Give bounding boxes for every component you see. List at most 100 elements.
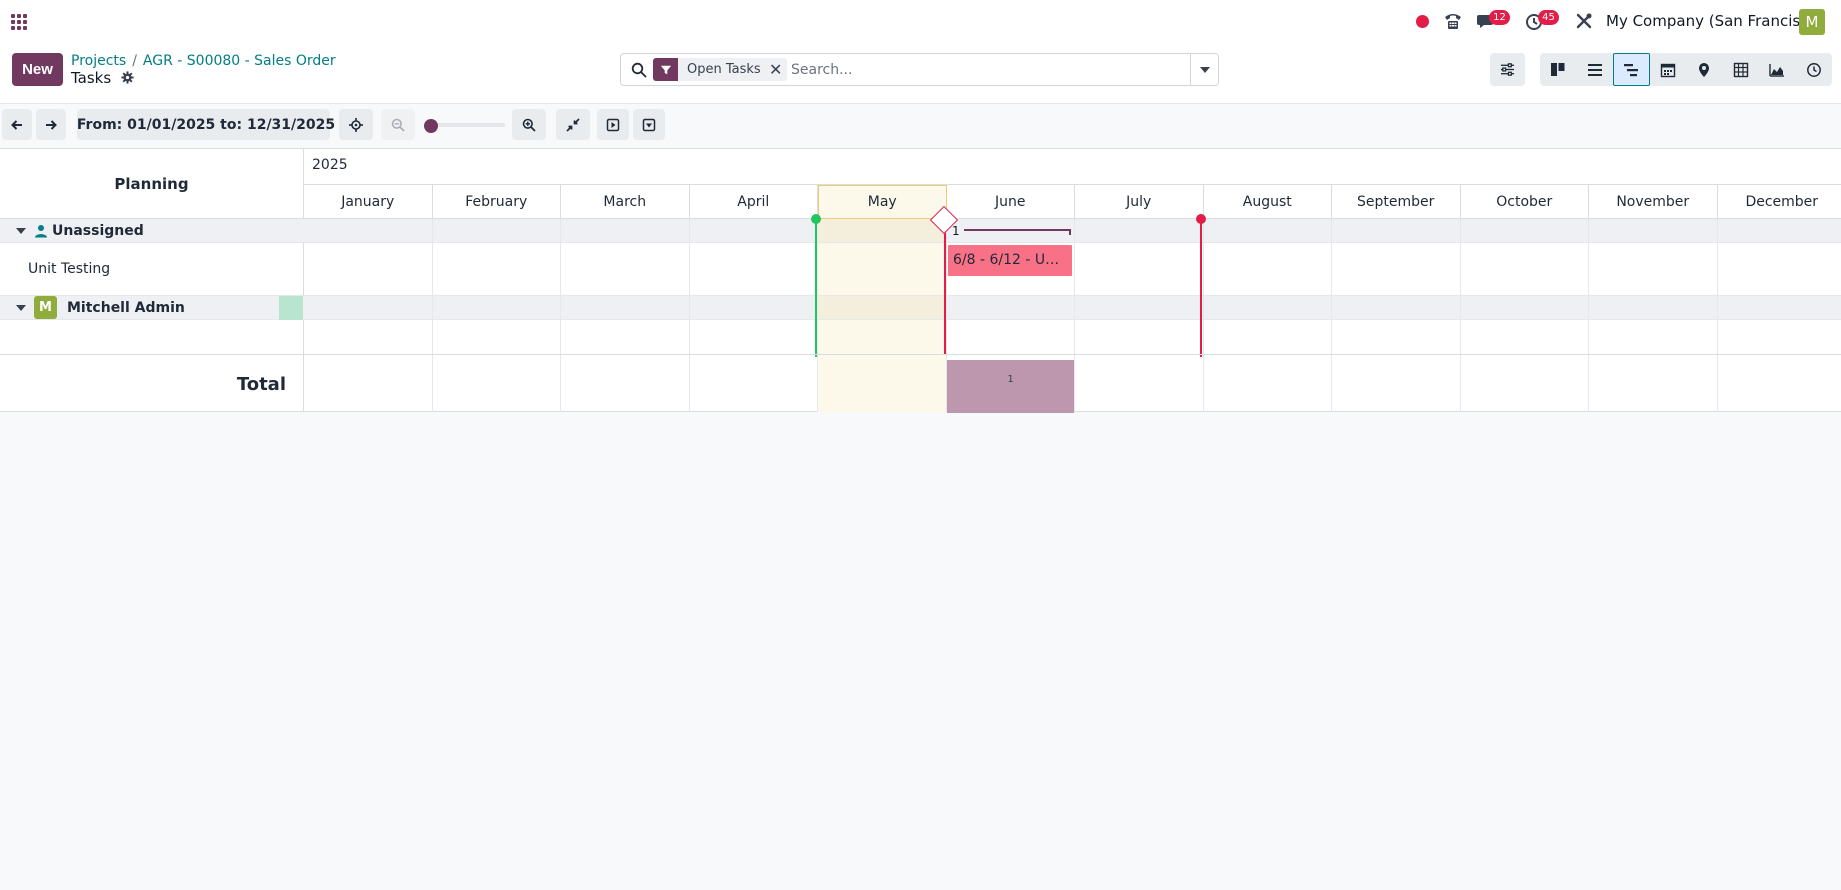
group-name: Unassigned bbox=[52, 222, 144, 239]
activities-badge: 45 bbox=[1538, 10, 1559, 25]
caret-down-icon bbox=[1199, 66, 1210, 73]
month-june: June bbox=[947, 185, 1075, 219]
month-january: January bbox=[304, 185, 433, 219]
group-cells bbox=[304, 296, 1841, 319]
graph-view-button[interactable] bbox=[1759, 53, 1796, 86]
area-chart-icon bbox=[1769, 63, 1785, 77]
kanban-icon bbox=[1551, 62, 1565, 76]
top-navbar: 12 45 My Company (San Francisco) M bbox=[0, 0, 1841, 42]
user-avatar[interactable]: M bbox=[1799, 9, 1825, 35]
gear-icon[interactable] bbox=[121, 70, 134, 84]
compress-icon bbox=[566, 117, 580, 132]
planning-header: Planning bbox=[0, 149, 303, 219]
date-range-button[interactable]: From: 01/01/2025 to: 12/31/2025 bbox=[77, 109, 335, 140]
month-december: December bbox=[1745, 194, 1819, 210]
group-count-bracket bbox=[964, 229, 1071, 235]
year-label: 2025 bbox=[312, 157, 348, 173]
group-name: Mitchell Admin bbox=[67, 299, 185, 316]
year-row bbox=[304, 149, 1841, 185]
month-october: October bbox=[1461, 185, 1589, 219]
month-february: February bbox=[433, 185, 561, 219]
filter-icon bbox=[653, 58, 678, 81]
collapse-rows-button[interactable] bbox=[633, 109, 665, 140]
crosshairs-icon bbox=[349, 117, 363, 132]
month-april: April bbox=[690, 185, 818, 219]
next-period-button[interactable] bbox=[36, 109, 66, 140]
previous-period-button[interactable] bbox=[2, 109, 32, 140]
zoom-out-icon bbox=[391, 118, 405, 132]
gantt-view-button[interactable] bbox=[1613, 53, 1650, 86]
gantt-chart: Planning 2025 January February March Apr… bbox=[0, 148, 1841, 413]
list-icon bbox=[1587, 63, 1602, 76]
gantt-row-unit-testing[interactable]: Unit Testing bbox=[0, 243, 1841, 296]
breadcrumb-separator: / bbox=[132, 53, 137, 69]
company-switcher[interactable]: My Company (San Francisco) bbox=[1606, 12, 1823, 30]
breadcrumb: Projects / AGR - S00080 - Sales Order bbox=[71, 53, 336, 69]
search-icon[interactable] bbox=[631, 62, 647, 78]
page-title: Tasks bbox=[71, 69, 134, 87]
month-may: May bbox=[818, 185, 947, 219]
zoom-slider[interactable] bbox=[424, 119, 505, 133]
gantt-row-empty[interactable] bbox=[0, 320, 1841, 355]
view-switcher bbox=[1540, 53, 1832, 86]
pivot-view-button[interactable] bbox=[1723, 53, 1760, 86]
new-button[interactable]: New bbox=[12, 53, 63, 86]
arrow-left-icon bbox=[11, 119, 22, 130]
view-settings-button[interactable] bbox=[1490, 53, 1525, 86]
search-input[interactable] bbox=[791, 58, 1181, 81]
zoom-out-button[interactable] bbox=[381, 109, 415, 140]
breadcrumb-projects[interactable]: Projects bbox=[71, 53, 126, 69]
group-row-unassigned[interactable]: Unassigned bbox=[0, 219, 1841, 243]
month-september: September bbox=[1332, 185, 1461, 219]
compress-button[interactable] bbox=[556, 109, 590, 140]
debug-tools-icon[interactable] bbox=[1574, 11, 1594, 31]
expand-rows-button[interactable] bbox=[597, 109, 629, 140]
total-label: Total bbox=[236, 373, 286, 395]
group-count-label: 1 bbox=[952, 224, 960, 238]
page-title-text: Tasks bbox=[71, 69, 112, 87]
calendar-view-button[interactable] bbox=[1650, 53, 1687, 86]
gantt-icon bbox=[1624, 63, 1639, 76]
search-facet: Open Tasks ✕ bbox=[653, 58, 787, 81]
search-bar: Open Tasks ✕ bbox=[620, 53, 1219, 86]
month-august: August bbox=[1204, 185, 1332, 219]
month-header: January February March April May June Ju… bbox=[304, 185, 1841, 219]
calendar-icon bbox=[1660, 63, 1675, 77]
clock-icon bbox=[1806, 62, 1821, 77]
facet-label: Open Tasks bbox=[687, 62, 761, 77]
arrow-right-icon bbox=[46, 119, 57, 130]
list-view-button[interactable] bbox=[1577, 53, 1614, 86]
square-caret-right-icon bbox=[606, 118, 620, 131]
phone-icon[interactable] bbox=[1443, 11, 1463, 31]
zoom-in-button[interactable] bbox=[512, 109, 546, 140]
task-pill-unit-testing[interactable]: 6/8 - 6/12 - Unit Testing bbox=[948, 245, 1072, 276]
facet-remove-icon[interactable]: ✕ bbox=[769, 58, 787, 81]
messages-badge: 12 bbox=[1489, 10, 1510, 25]
deadline-line bbox=[944, 219, 946, 357]
caret-down-icon[interactable] bbox=[16, 304, 26, 311]
group-row-mitchell-admin[interactable]: M Mitchell Admin bbox=[0, 296, 1841, 320]
caret-down-icon[interactable] bbox=[16, 227, 26, 234]
row-cells bbox=[304, 243, 1841, 295]
user-icon bbox=[35, 224, 47, 237]
breadcrumb-sales-order[interactable]: AGR - S00080 - Sales Order bbox=[143, 53, 336, 69]
focus-today-button[interactable] bbox=[339, 109, 373, 140]
map-view-button[interactable] bbox=[1686, 53, 1723, 86]
kanban-view-button[interactable] bbox=[1540, 53, 1577, 86]
table-icon bbox=[1733, 62, 1748, 77]
month-march: March bbox=[561, 185, 690, 219]
project-end-line bbox=[1200, 219, 1202, 357]
group-label-mitchell-admin[interactable]: M Mitchell Admin bbox=[0, 296, 303, 319]
apps-menu-icon[interactable] bbox=[11, 14, 27, 30]
date-range-label: From: 01/01/2025 to: 12/31/2025 bbox=[76, 116, 336, 133]
group-cells bbox=[304, 219, 1841, 242]
zoom-in-icon bbox=[522, 118, 536, 132]
project-end-dot bbox=[1196, 214, 1206, 224]
zoom-slider-thumb[interactable] bbox=[424, 119, 438, 133]
search-options-toggle[interactable] bbox=[1190, 54, 1218, 85]
control-panel: New Projects / AGR - S00080 - Sales Order … bbox=[0, 42, 1841, 104]
month-july: July bbox=[1075, 185, 1204, 219]
group-label-unassigned[interactable]: Unassigned bbox=[0, 219, 303, 242]
recording-indicator-icon[interactable] bbox=[1416, 15, 1429, 28]
activity-view-button[interactable] bbox=[1796, 53, 1833, 86]
